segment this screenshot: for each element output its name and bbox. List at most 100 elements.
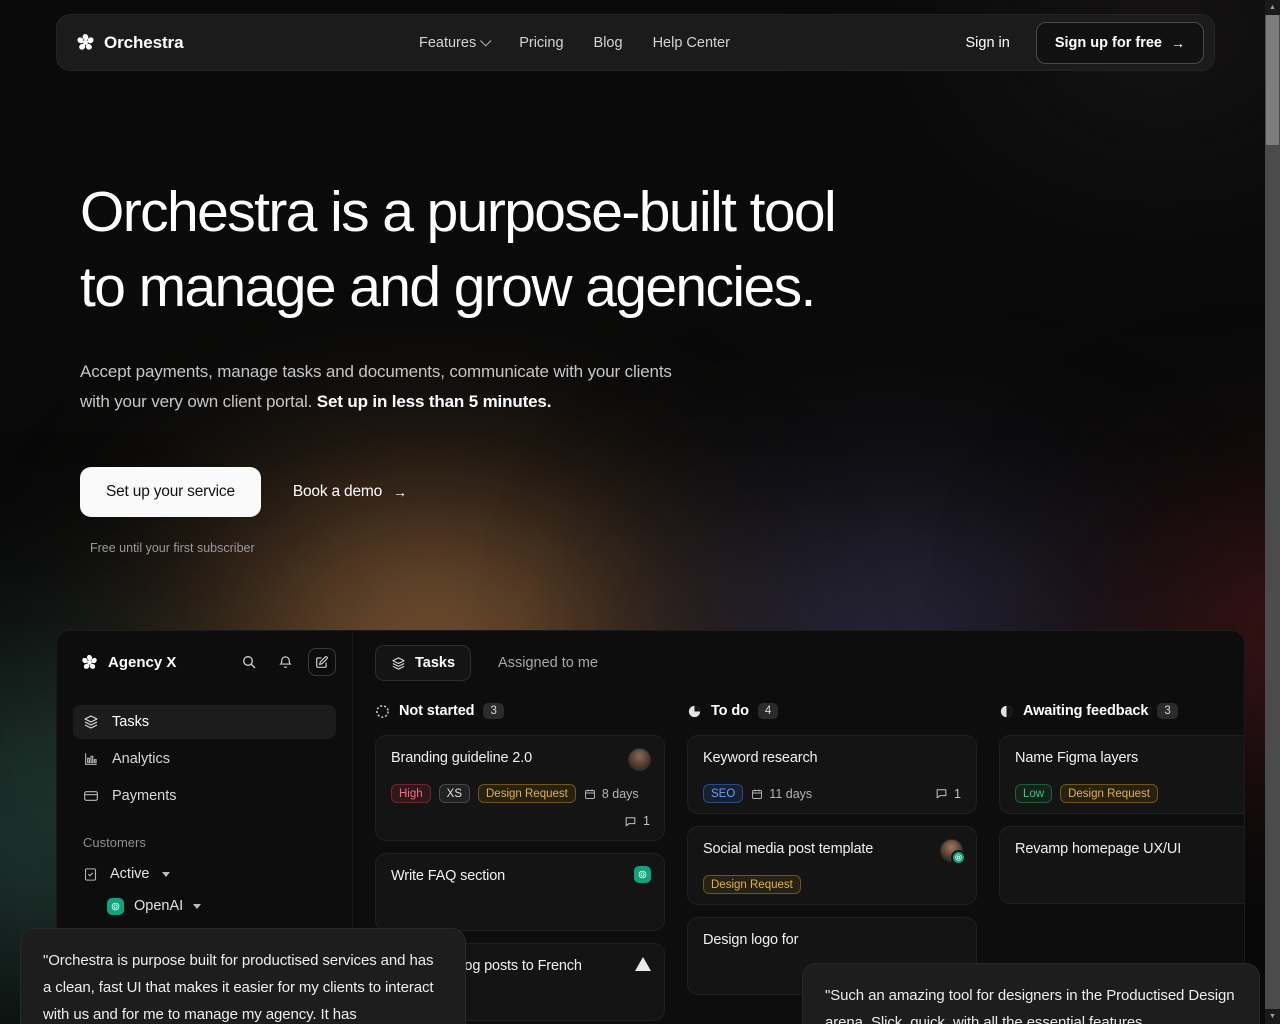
sign-up-button[interactable]: Sign up for free → [1035, 21, 1204, 64]
compose-icon[interactable] [308, 648, 336, 676]
task-title: Revamp homepage UX/UI [1015, 841, 1182, 857]
sidebar-action-icons [236, 648, 336, 676]
sidebar-item-payments[interactable]: Payments [73, 779, 336, 813]
nav-link-features-label: Features [418, 34, 477, 51]
task-tags: SEO 11 days 1 [703, 784, 961, 803]
sign-in-button[interactable]: Sign in [965, 35, 1009, 51]
task-title: Social media post template [703, 841, 874, 857]
task-title: Design logo for [703, 932, 799, 948]
book-demo-button[interactable]: Book a demo → [293, 483, 407, 501]
arrow-right-icon: → [1170, 34, 1185, 51]
sidebar-item-analytics-label: Analytics [112, 751, 171, 767]
calendar-icon [751, 788, 763, 800]
tag-type: Design Request [478, 784, 576, 803]
task-comment-count: 1 [954, 786, 961, 801]
sidebar-group-active-label: Active [110, 866, 150, 882]
openai-icon [107, 897, 124, 915]
sidebar-group-active[interactable]: Active [73, 858, 336, 890]
scrollbar-track[interactable] [1265, 15, 1280, 1009]
task-card[interactable]: Branding guideline 2.0 High XS Design Re… [375, 735, 665, 841]
task-title: Keyword research [703, 750, 818, 766]
tag-size: XS [438, 784, 470, 803]
layers-icon [391, 656, 406, 671]
comment-icon [624, 815, 637, 828]
tag-type: Design Request [703, 875, 801, 894]
caret-down-icon [161, 871, 170, 877]
task-title: Branding guideline 2.0 [391, 750, 533, 766]
task-tags: Design Request [703, 875, 961, 894]
pie-quarter-icon [687, 704, 702, 719]
search-icon[interactable] [236, 649, 262, 675]
task-card[interactable]: Social media post template Design Reques… [687, 826, 977, 905]
tag-type: SEO [703, 784, 744, 803]
sidebar-customer-openai[interactable]: OpenAI [73, 890, 336, 922]
scrollbar-thumb[interactable] [1266, 15, 1279, 145]
task-due: 11 days [751, 787, 812, 801]
page-scrollbar[interactable]: ▲ ▼ [1265, 0, 1280, 1024]
tab-tasks-label: Tasks [415, 655, 456, 671]
task-due-label: 8 days [601, 786, 639, 801]
workspace-logo-icon [81, 654, 98, 671]
task-tags: Low Design Request [1015, 784, 1244, 803]
tag-priority: High [391, 784, 431, 803]
tag-priority: Low [1015, 784, 1053, 803]
task-due: 8 days [584, 787, 639, 801]
nav-link-pricing[interactable]: Pricing [519, 35, 563, 51]
tab-assigned-to-me[interactable]: Assigned to me [483, 646, 613, 680]
setup-service-button[interactable]: Set up your service [80, 467, 261, 517]
sidebar-item-payments-label: Payments [112, 788, 177, 804]
nav-actions: Sign in Sign up for free → [965, 21, 1204, 64]
task-comments: 1 [624, 814, 650, 828]
checkbox-doc-icon [83, 867, 98, 882]
nav-links: Features Pricing Blog Help Center [419, 35, 730, 51]
workspace-name: Agency X [108, 653, 177, 671]
hero-cta-row: Set up your service Book a demo → [80, 467, 1040, 517]
dashed-circle-icon [375, 704, 390, 719]
openai-icon [634, 866, 651, 883]
hero-subheadline: Accept payments, manage tasks and docume… [80, 357, 680, 417]
scroll-up-arrow-icon[interactable]: ▲ [1265, 0, 1280, 15]
task-due-label: 11 days [769, 786, 813, 801]
bar-chart-icon [83, 751, 99, 767]
board-tabs: Tasks Assigned to me [375, 645, 1244, 681]
sign-up-label: Sign up for free [1054, 34, 1162, 51]
calendar-icon [584, 788, 596, 800]
task-comments: 1 [935, 787, 961, 801]
avatar [628, 748, 651, 771]
bell-icon[interactable] [272, 649, 298, 675]
sidebar-item-tasks[interactable]: Tasks [73, 705, 336, 739]
testimonial-card-right: "Such an amazing tool for designers in t… [802, 963, 1260, 1024]
column-count: 3 [1157, 703, 1178, 719]
task-card[interactable]: Name Figma layers Low Design Request [999, 735, 1244, 814]
task-card[interactable]: Keyword research SEO 11 days 1 [687, 735, 977, 814]
nav-link-blog[interactable]: Blog [594, 35, 623, 51]
task-tags: High XS Design Request 8 days [391, 784, 649, 803]
task-card[interactable]: Revamp homepage UX/UI [999, 826, 1244, 904]
comment-icon [935, 787, 948, 800]
column-title: To do [711, 703, 749, 719]
column-title: Not started [399, 703, 475, 719]
sidebar-section-label: Customers [83, 835, 146, 850]
chevron-down-icon [480, 34, 492, 47]
column-count: 4 [757, 703, 779, 719]
column-title: Awaiting feedback [1023, 703, 1149, 719]
nav-link-help-center[interactable]: Help Center [653, 35, 730, 51]
task-title: Write FAQ section [391, 868, 506, 884]
top-navbar: Orchestra Features Pricing Blog Help Cen… [56, 14, 1215, 71]
task-card[interactable]: Write FAQ section [375, 853, 665, 931]
brand-logo[interactable]: Orchestra [76, 33, 184, 53]
arrow-right-icon: → [393, 484, 407, 500]
hero-section: Orchestra is a purpose-built tool to man… [80, 175, 1040, 555]
column-header: Awaiting feedback 3 [999, 703, 1244, 719]
column-header: Not started 3 [375, 703, 665, 719]
hero-headline: Orchestra is a purpose-built tool to man… [80, 180, 837, 319]
scroll-down-arrow-icon[interactable]: ▼ [1265, 1009, 1280, 1024]
task-title: Name Figma layers [1015, 750, 1139, 766]
sidebar-customer-openai-label: OpenAI [134, 898, 184, 914]
sidebar-item-analytics[interactable]: Analytics [73, 742, 336, 776]
sidebar-nav: Tasks Analytics Payments [73, 705, 336, 813]
sidebar-header: Agency X [73, 631, 336, 693]
hero-note: Free until your first subscriber [90, 541, 255, 555]
tab-tasks[interactable]: Tasks [375, 645, 472, 681]
nav-link-features[interactable]: Features [418, 34, 492, 51]
